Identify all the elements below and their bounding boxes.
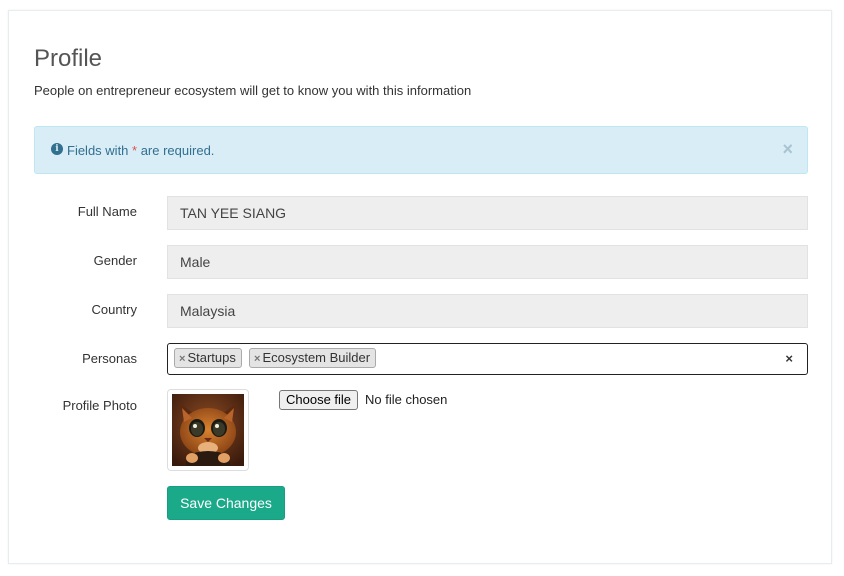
gender-label: Gender <box>93 253 137 268</box>
save-changes-button[interactable]: Save Changes <box>167 486 285 520</box>
profile-photo-label: Profile Photo <box>62 398 137 413</box>
close-icon[interactable]: × <box>782 140 793 158</box>
choose-file-button[interactable]: Choose file <box>279 390 359 410</box>
personas-label: Personas <box>82 351 137 366</box>
full-name-label: Full Name <box>77 204 137 219</box>
country-field[interactable]: Malaysia <box>167 294 808 328</box>
tag-remove-icon[interactable]: × <box>254 353 260 365</box>
gender-field[interactable]: Male <box>167 245 808 279</box>
country-label: Country <box>91 302 137 317</box>
alert-text-before: Fields with <box>67 143 133 158</box>
personas-input[interactable]: × Startups × Ecosystem Builder × <box>167 343 808 375</box>
alert-text-after: are required. <box>137 143 215 158</box>
required-fields-alert: i Fields with * are required. × <box>34 126 808 174</box>
profile-photo-thumbnail <box>167 389 249 471</box>
tag-remove-icon[interactable]: × <box>179 353 185 365</box>
full-name-field[interactable]: TAN YEE SIANG <box>167 196 808 230</box>
clear-all-icon[interactable]: × <box>785 351 793 366</box>
page-subtitle: People on entrepreneur ecosystem will ge… <box>34 83 472 98</box>
info-circle-icon: i <box>51 143 63 155</box>
page-title: Profile <box>34 45 103 72</box>
alert-message: Fields with * are required. <box>67 143 214 158</box>
profile-photo-image <box>172 394 244 466</box>
persona-tag-ecosystem-builder: × Ecosystem Builder <box>249 348 377 368</box>
profile-card: Profile People on entrepreneur ecosystem… <box>8 10 832 564</box>
file-status-text: No file chosen <box>365 392 448 407</box>
persona-tag-label: Startups <box>187 350 236 365</box>
persona-tag-label: Ecosystem Builder <box>262 350 371 365</box>
persona-tag-startups: × Startups <box>174 348 242 368</box>
